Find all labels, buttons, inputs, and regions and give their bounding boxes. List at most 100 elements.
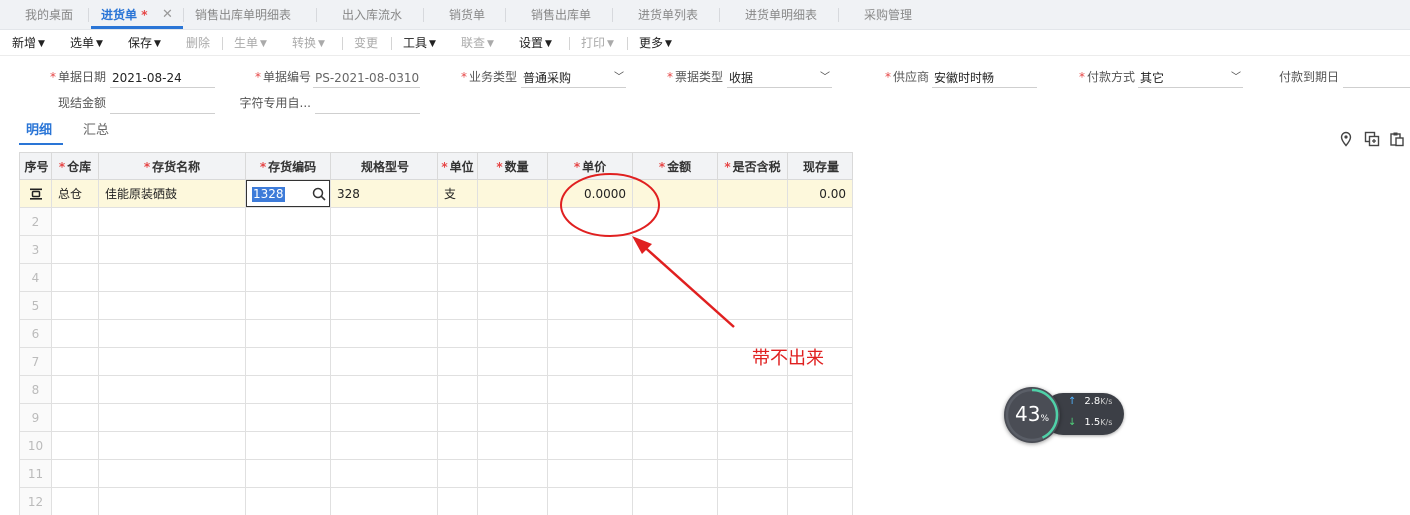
- grid-cell[interactable]: [547, 263, 633, 292]
- table-row[interactable]: 4: [19, 263, 853, 292]
- tax-included-cell[interactable]: [717, 179, 788, 208]
- row-number-cell[interactable]: 4: [19, 263, 52, 292]
- doc-date-field[interactable]: 2021-08-24: [110, 68, 215, 88]
- network-speed-widget[interactable]: ↑ 2.8K/s ↓ 1.5K/s 43%: [1004, 387, 1124, 443]
- grid-cell[interactable]: [330, 459, 438, 488]
- row-menu-icon[interactable]: [29, 187, 43, 201]
- grid-cell[interactable]: [632, 459, 718, 488]
- grid-cell[interactable]: [98, 487, 246, 515]
- grid-cell[interactable]: [98, 431, 246, 460]
- grid-cell[interactable]: [51, 291, 99, 320]
- grid-cell[interactable]: [330, 375, 438, 404]
- grid-cell[interactable]: [547, 291, 633, 320]
- grid-cell[interactable]: [51, 403, 99, 432]
- select-menu-button[interactable]: 选单 ▼: [70, 30, 103, 56]
- row-number-cell[interactable]: 6: [19, 319, 52, 348]
- grid-cell[interactable]: [632, 375, 718, 404]
- row-number-cell[interactable]: 3: [19, 235, 52, 264]
- grid-cell[interactable]: [547, 207, 633, 236]
- change-button[interactable]: 变更: [354, 30, 378, 56]
- unit-price-cell[interactable]: 0.0000: [547, 179, 633, 208]
- grid-cell[interactable]: [717, 375, 788, 404]
- grid-cell[interactable]: [787, 431, 853, 460]
- location-pin-icon[interactable]: [1338, 131, 1354, 147]
- grid-cell[interactable]: [632, 207, 718, 236]
- row-number-cell[interactable]: 7: [19, 347, 52, 376]
- grid-cell[interactable]: [98, 375, 246, 404]
- grid-cell[interactable]: [717, 207, 788, 236]
- grid-cell[interactable]: [98, 235, 246, 264]
- grid-cell[interactable]: [330, 263, 438, 292]
- grid-cell[interactable]: [787, 487, 853, 515]
- grid-cell[interactable]: [547, 235, 633, 264]
- table-row[interactable]: 5: [19, 291, 853, 320]
- grid-cell[interactable]: [547, 403, 633, 432]
- supplier-field[interactable]: 安徽时时畅: [932, 68, 1037, 88]
- grid-cell[interactable]: [717, 263, 788, 292]
- grid-cell[interactable]: [547, 375, 633, 404]
- biz-type-select[interactable]: 普通采购 ﹀: [521, 68, 626, 88]
- grid-cell[interactable]: [477, 347, 548, 376]
- grid-cell[interactable]: [245, 403, 331, 432]
- grid-cell[interactable]: [717, 487, 788, 515]
- table-row[interactable]: 8: [19, 375, 853, 404]
- col-header-seq[interactable]: 序号: [19, 152, 52, 180]
- stock-cell[interactable]: 0.00: [787, 179, 853, 208]
- grid-cell[interactable]: [51, 347, 99, 376]
- pay-method-select[interactable]: 其它 ﹀: [1138, 68, 1243, 88]
- tab-my-desktop[interactable]: 我的桌面: [25, 0, 73, 30]
- tab-receipt-list[interactable]: 进货单列表: [638, 0, 698, 30]
- tab-receipt-detail[interactable]: 进货单明细表: [745, 0, 817, 30]
- grid-cell[interactable]: [437, 263, 478, 292]
- delete-button[interactable]: 删除: [186, 30, 210, 56]
- grid-cell[interactable]: [717, 459, 788, 488]
- grid-cell[interactable]: [632, 291, 718, 320]
- row-number-cell[interactable]: 5: [19, 291, 52, 320]
- col-header-item-code[interactable]: * 存货编码: [245, 152, 331, 180]
- grid-cell[interactable]: [437, 319, 478, 348]
- grid-cell[interactable]: [787, 207, 853, 236]
- grid-cell[interactable]: [437, 431, 478, 460]
- new-menu-button[interactable]: 新增 ▼: [12, 30, 45, 56]
- col-header-unit[interactable]: * 单位: [437, 152, 478, 180]
- grid-cell[interactable]: [437, 347, 478, 376]
- grid-cell[interactable]: [51, 235, 99, 264]
- grid-cell[interactable]: [51, 207, 99, 236]
- row-number-cell[interactable]: 9: [19, 403, 52, 432]
- grid-cell[interactable]: [330, 319, 438, 348]
- grid-cell[interactable]: [477, 459, 548, 488]
- col-header-quantity[interactable]: * 数量: [477, 152, 548, 180]
- grid-cell[interactable]: [437, 291, 478, 320]
- custom-char-field[interactable]: [315, 94, 420, 114]
- item-name-cell[interactable]: 佳能原装硒鼓: [98, 179, 246, 208]
- grid-cell[interactable]: [437, 207, 478, 236]
- table-row[interactable]: 总仓 佳能原装硒鼓 1328 328 支 0.0000 0.00: [19, 179, 853, 208]
- tab-stock-flow[interactable]: 出入库流水: [342, 0, 402, 30]
- col-header-amount[interactable]: * 金额: [632, 152, 718, 180]
- grid-cell[interactable]: [632, 487, 718, 515]
- tab-detail[interactable]: 明细: [26, 121, 52, 141]
- grid-cell[interactable]: [51, 459, 99, 488]
- tab-purchase-management[interactable]: 采购管理: [864, 0, 912, 30]
- item-code-cell[interactable]: 1328: [245, 179, 331, 208]
- col-header-spec[interactable]: 规格型号: [330, 152, 438, 180]
- grid-cell[interactable]: [437, 487, 478, 515]
- grid-cell[interactable]: [330, 431, 438, 460]
- col-header-tax-included[interactable]: * 是否含税: [717, 152, 788, 180]
- spec-cell[interactable]: 328: [330, 179, 438, 208]
- row-number-cell[interactable]: 12: [19, 487, 52, 515]
- grid-cell[interactable]: [477, 403, 548, 432]
- grid-cell[interactable]: [547, 459, 633, 488]
- print-menu-button[interactable]: 打印 ▼: [581, 30, 614, 56]
- table-row[interactable]: 7: [19, 347, 853, 376]
- grid-cell[interactable]: [98, 347, 246, 376]
- grid-cell[interactable]: [477, 235, 548, 264]
- link-query-menu-button[interactable]: 联查 ▼: [461, 30, 494, 56]
- grid-cell[interactable]: [330, 291, 438, 320]
- invoice-type-select[interactable]: 收据 ﹀: [727, 68, 832, 88]
- grid-cell[interactable]: [787, 459, 853, 488]
- grid-cell[interactable]: [632, 263, 718, 292]
- grid-cell[interactable]: [330, 403, 438, 432]
- cash-amount-field[interactable]: [110, 94, 215, 114]
- quantity-cell[interactable]: [477, 179, 548, 208]
